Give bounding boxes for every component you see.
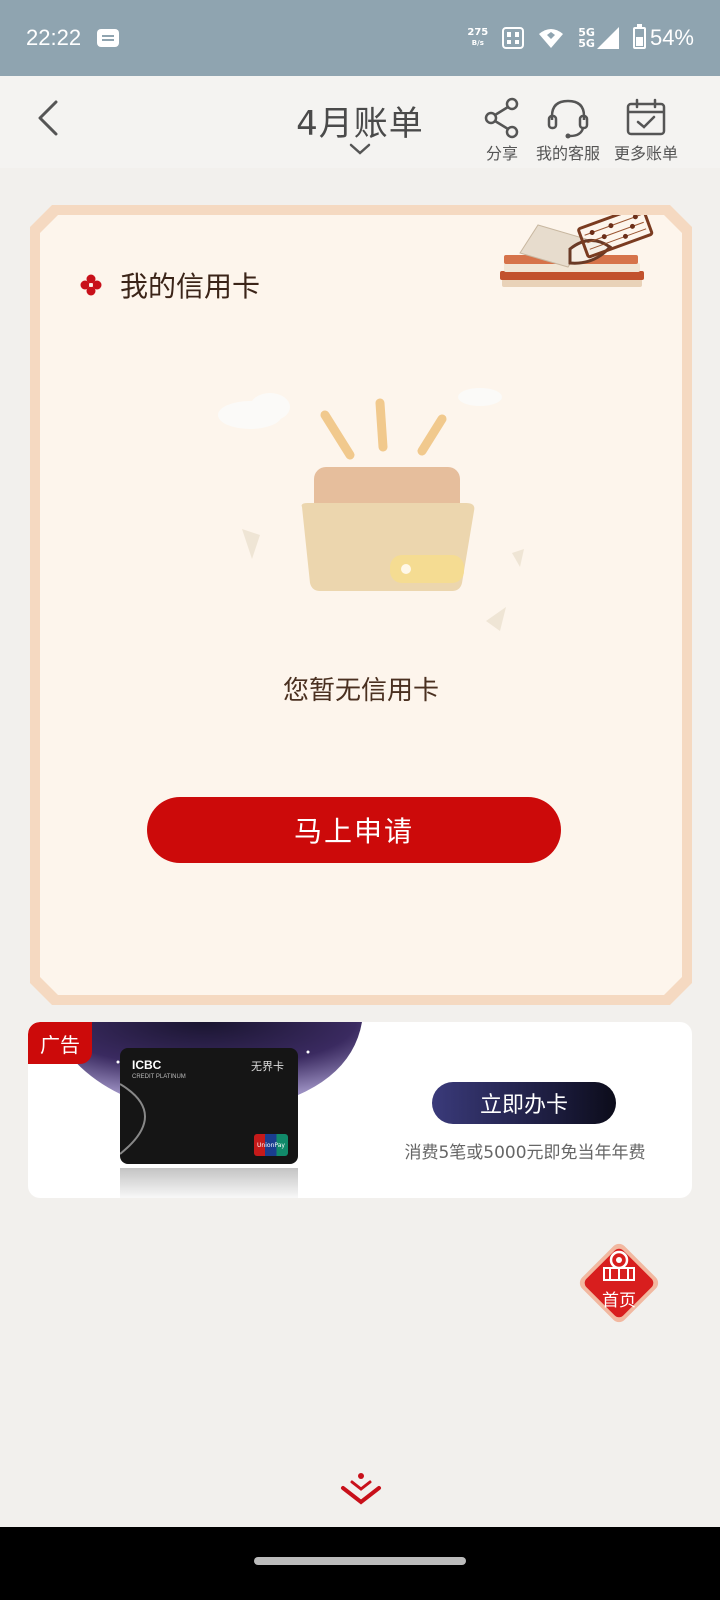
customer-service-button[interactable]: 我的客服 [534,96,602,164]
card-product-name: 无界卡 [251,1060,284,1073]
ad-subtitle: 消费5笔或5000元即免当年年费 [404,1143,646,1163]
more-bills-button[interactable]: 更多账单 [612,96,680,164]
page-title: 4月账单 [296,104,424,144]
home-badge-icon [579,1243,659,1323]
signal-labels: 5G 5G [578,27,595,49]
empty-state-text: 您暂无信用卡 [282,676,439,706]
customer-service-label: 我的客服 [535,144,600,163]
ad-banner[interactable]: 广告 ICBC 无界卡 CREDIT PLATINUM UnionPay 立即办… [28,1022,692,1198]
home-button[interactable]: 首页 [572,1236,666,1330]
apply-now-button[interactable]: 马上申请 [147,797,561,863]
share-label: 分享 [485,144,518,163]
status-icons: 275 B/s 5G 5G 54% [467,24,694,51]
net-speed-unit: B/s [471,39,484,47]
clover-icon [80,274,102,296]
message-notification-icon [97,29,120,47]
battery-level: 54% [649,25,694,50]
credit-card-panel-inner: 我的信用卡 您暂无信用卡 马上申请 [40,215,682,995]
page-header: 4月账单 分享 我的客服 更多账单 [0,76,720,168]
card-reflection [120,1168,298,1198]
signal-2-label: 5G [578,37,595,50]
status-bar: 22:22 275 B/s 5G 5G 54% [0,0,720,76]
card-section-title: 我的信用卡 [80,265,260,305]
share-button[interactable]: 分享 [480,96,524,164]
nfc-icon [502,27,525,49]
card-bank-name: ICBC [132,1058,162,1072]
share-icon [484,97,519,139]
net-speed-value: 275 [467,27,489,38]
net-speed: 275 B/s [467,28,488,48]
headset-icon [547,99,589,139]
credit-card-image: ICBC 无界卡 CREDIT PLATINUM UnionPay [120,1048,298,1164]
more-bills-label: 更多账单 [613,144,678,163]
battery-icon [632,24,646,49]
calendar-check-icon [626,98,666,136]
ad-tag: 广告 [28,1022,92,1064]
cell-signal-icon [596,27,619,49]
apply-card-button[interactable]: 立即办卡 [432,1082,616,1124]
month-selector[interactable]: 4月账单 [250,96,470,155]
unionpay-logo: UnionPay [254,1134,288,1156]
battery: 54% [632,24,694,51]
status-time: 22:22 [26,25,82,50]
home-gesture-handle[interactable] [254,1557,466,1565]
card-section-title-text: 我的信用卡 [120,270,261,303]
credit-card-panel: 我的信用卡 您暂无信用卡 马上申请 [30,205,692,1005]
moon-graphic [120,1083,146,1155]
back-icon[interactable] [28,96,72,140]
scroll-down-icon[interactable] [340,1472,382,1506]
abacus-books-illustration [500,215,654,287]
system-nav-bar [0,1527,720,1600]
wifi-icon [539,29,564,48]
empty-wallet-illustration [218,388,524,631]
home-label: 首页 [602,1291,636,1311]
